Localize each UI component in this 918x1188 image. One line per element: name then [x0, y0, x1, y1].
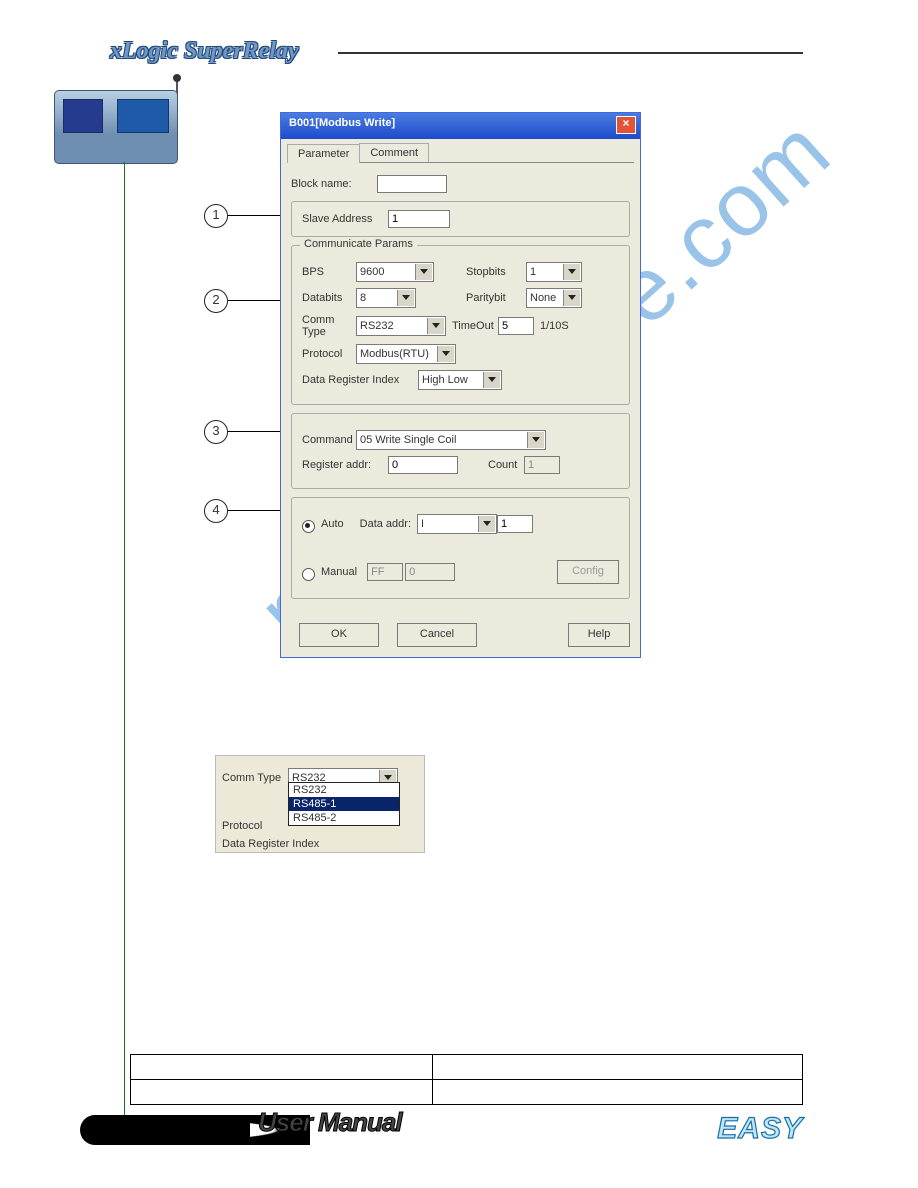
command-label: Command — [302, 434, 356, 446]
commtype-dropdown: RS232 RS485-1 RS485-2 — [288, 782, 400, 826]
manual-hi-input — [367, 563, 403, 581]
device-image — [54, 90, 178, 164]
data-addr-input[interactable] — [497, 515, 533, 533]
comm-params-legend: Communicate Params — [300, 238, 417, 250]
count-input — [524, 456, 560, 474]
count-label: Count — [488, 459, 524, 471]
stopbits-label: Stopbits — [466, 266, 526, 278]
dri-value: High Low — [422, 374, 468, 386]
cancel-button[interactable]: Cancel — [397, 623, 477, 647]
timeout-input[interactable] — [498, 317, 534, 335]
callout-2: 2 — [204, 289, 228, 313]
data-addr-label: Data addr: — [360, 518, 411, 530]
protocol-select[interactable]: Modbus(RTU) — [356, 344, 456, 364]
dialog-titlebar[interactable]: B001[Modbus Write] × — [281, 113, 640, 139]
snippet-commtype-label: Comm Type — [222, 772, 288, 784]
tab-comment[interactable]: Comment — [359, 143, 429, 162]
commtype-snippet: Comm Type RS232 RS232 RS485-1 RS485-2 Pr… — [215, 755, 425, 853]
tab-parameter[interactable]: Parameter — [287, 144, 360, 163]
protocol-value: Modbus(RTU) — [360, 348, 429, 360]
footer-table — [130, 1054, 803, 1105]
group-command: Command 05 Write Single Coil Register ad… — [291, 413, 630, 489]
dri-select[interactable]: High Low — [418, 370, 502, 390]
timeout-unit: 1/10S — [540, 320, 569, 332]
page-title: xLogic SuperRelay — [110, 38, 299, 65]
footer-decoration — [80, 1115, 250, 1145]
group-comm-params: Communicate Params BPS 9600 Stopbits 1 D… — [291, 245, 630, 405]
block-name-row: Block name: — [291, 175, 630, 193]
paritybit-value: None — [530, 292, 556, 304]
stopbits-value: 1 — [530, 266, 536, 278]
commtype-option-rs232[interactable]: RS232 — [289, 783, 399, 797]
callout-3: 3 — [204, 420, 228, 444]
commtype-select[interactable]: RS232 — [356, 316, 446, 336]
title-rule — [338, 52, 803, 54]
commtype-value: RS232 — [360, 320, 394, 332]
command-value: 05 Write Single Coil — [360, 434, 456, 446]
callout-4: 4 — [204, 499, 228, 523]
commtype-option-rs485-1[interactable]: RS485-1 — [289, 797, 399, 811]
command-select[interactable]: 05 Write Single Coil — [356, 430, 546, 450]
config-button: Config — [557, 560, 619, 584]
databits-value: 8 — [360, 292, 366, 304]
manual-lo-input — [405, 563, 455, 581]
help-button[interactable]: Help — [568, 623, 630, 647]
paritybit-label: Paritybit — [466, 292, 526, 304]
bps-value: 9600 — [360, 266, 384, 278]
modbus-write-dialog: B001[Modbus Write] × Parameter Comment B… — [280, 112, 641, 658]
data-addr-type-value: I — [421, 518, 424, 530]
auto-label: Auto — [321, 518, 344, 530]
dialog-buttons: OK Cancel Help — [281, 617, 640, 657]
block-name-label: Block name: — [291, 178, 377, 190]
databits-select[interactable]: 8 — [356, 288, 416, 308]
slave-address-input[interactable] — [388, 210, 450, 228]
ok-button[interactable]: OK — [299, 623, 379, 647]
dialog-title: B001[Modbus Write] — [289, 117, 395, 129]
timeout-label: TimeOut — [452, 320, 498, 332]
protocol-label: Protocol — [302, 348, 356, 360]
paritybit-select[interactable]: None — [526, 288, 582, 308]
data-addr-type-select[interactable]: I — [417, 514, 497, 534]
databits-label: Databits — [302, 292, 356, 304]
tab-row: Parameter Comment — [287, 143, 634, 163]
brand-logo: EASY — [717, 1112, 803, 1146]
bps-label: BPS — [302, 266, 356, 278]
left-margin-line — [124, 162, 125, 1122]
callout-1: 1 — [204, 204, 228, 228]
slave-address-label: Slave Address — [302, 213, 388, 225]
dri-label: Data Register Index — [302, 374, 418, 386]
radio-auto[interactable] — [302, 520, 315, 533]
regaddr-label: Register addr: — [302, 459, 388, 471]
manual-label: Manual — [321, 566, 357, 578]
commtype-option-rs485-2[interactable]: RS485-2 — [289, 811, 399, 825]
commtype-label: Comm Type — [302, 314, 356, 338]
snippet-dri-label: Data Register Index — [222, 838, 352, 850]
stopbits-select[interactable]: 1 — [526, 262, 582, 282]
group-slave-address: Slave Address — [291, 201, 630, 237]
block-name-input[interactable] — [377, 175, 447, 193]
group-mode: Auto Data addr: I Manual Config — [291, 497, 630, 599]
snippet-protocol-label: Protocol — [222, 820, 288, 832]
footer-title: User Manual — [258, 1107, 402, 1138]
bps-select[interactable]: 9600 — [356, 262, 434, 282]
radio-manual[interactable] — [302, 568, 315, 581]
close-button[interactable]: × — [616, 116, 636, 134]
regaddr-input[interactable] — [388, 456, 458, 474]
